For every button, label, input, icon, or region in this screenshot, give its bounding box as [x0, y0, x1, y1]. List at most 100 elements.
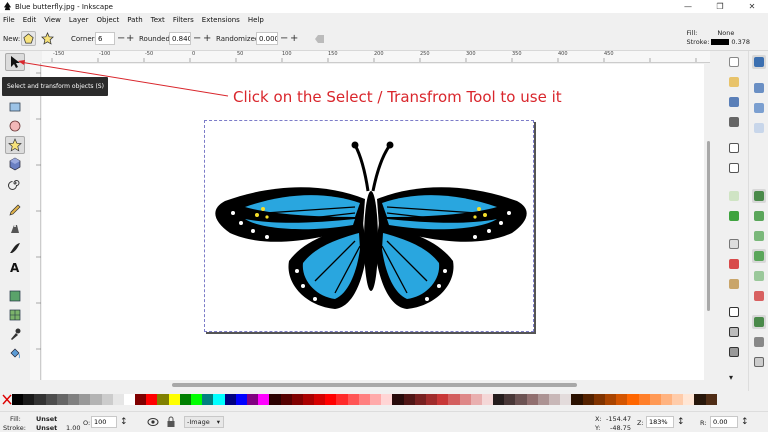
palette-swatch[interactable] [191, 394, 203, 405]
palette-swatch[interactable] [291, 394, 303, 405]
ellipse-tool-button[interactable] [5, 117, 25, 135]
spiral-tool-button[interactable] [5, 174, 25, 192]
menu-extensions[interactable]: Extensions [202, 16, 240, 24]
palette-swatch[interactable] [224, 394, 236, 405]
palette-swatch[interactable] [90, 394, 102, 405]
vertical-ruler[interactable] [30, 63, 41, 380]
palette-swatch[interactable] [448, 394, 460, 405]
horizontal-scrollbar[interactable] [42, 380, 710, 390]
paste-button[interactable] [727, 277, 741, 291]
undo-button[interactable] [727, 189, 741, 203]
menu-filters[interactable]: Filters [173, 16, 194, 24]
select-tool-button[interactable] [5, 53, 25, 71]
randomized-decrement-button[interactable]: − [280, 32, 288, 45]
snap-smooth-button[interactable] [752, 269, 766, 283]
snap-nodes-button[interactable] [752, 189, 766, 203]
dropper-tool-button[interactable] [5, 325, 25, 343]
star-polygon-tool-button[interactable] [5, 136, 25, 154]
palette-swatch[interactable] [694, 394, 706, 405]
opacity-stepper[interactable]: ↕ [120, 417, 128, 427]
snap-bbox-corner-button[interactable] [752, 121, 766, 135]
menu-file[interactable]: File [3, 16, 15, 24]
palette-swatch[interactable] [146, 394, 158, 405]
palette-swatch[interactable] [336, 394, 348, 405]
menu-edit[interactable]: Edit [23, 16, 37, 24]
palette-swatch[interactable] [302, 394, 315, 405]
menu-help[interactable]: Help [248, 16, 264, 24]
palette-swatch[interactable] [504, 394, 516, 405]
palette-swatch[interactable] [67, 394, 80, 405]
cut-button[interactable] [727, 257, 741, 271]
palette-swatch[interactable] [549, 394, 561, 405]
horizontal-scrollbar-thumb[interactable] [172, 383, 577, 387]
palette-swatch[interactable] [101, 394, 113, 405]
mesh-tool-button[interactable] [5, 306, 25, 324]
randomized-increment-button[interactable]: + [290, 32, 298, 45]
minimize-button[interactable]: — [672, 0, 704, 13]
palette-swatch[interactable] [358, 394, 370, 405]
canvas[interactable] [42, 64, 710, 380]
export-button[interactable] [727, 161, 741, 175]
menu-path[interactable]: Path [127, 16, 142, 24]
maximize-button[interactable]: ❐ [704, 0, 736, 13]
calligraphy-tool-button[interactable] [5, 239, 25, 257]
palette-swatch[interactable] [705, 394, 717, 405]
palette-swatch[interactable] [314, 394, 326, 405]
polygon-mode-button[interactable] [21, 31, 36, 46]
new-document-button[interactable] [727, 55, 741, 69]
palette-swatch[interactable] [168, 394, 180, 405]
palette-swatch[interactable] [202, 394, 214, 405]
snap-toggle-button[interactable] [752, 55, 766, 69]
palette-swatch[interactable] [246, 394, 259, 405]
horizontal-ruler[interactable]: -150 -100 -50 0 50 100 150 200 250 300 3… [42, 51, 710, 63]
menu-view[interactable]: View [44, 16, 61, 24]
palette-swatch[interactable] [392, 394, 404, 405]
butterfly-image[interactable] [205, 121, 535, 333]
palette-swatch[interactable] [157, 394, 169, 405]
palette-swatch[interactable] [627, 394, 639, 405]
rotation-stepper[interactable]: ↕ [741, 417, 749, 427]
rounded-input[interactable] [169, 32, 191, 45]
import-button[interactable] [727, 141, 741, 155]
rotation-input[interactable] [710, 416, 738, 428]
pen-tool-button[interactable] [5, 220, 25, 238]
rectangle-tool-button[interactable] [5, 98, 25, 116]
print-button[interactable] [727, 115, 741, 129]
pencil-tool-button[interactable] [5, 201, 25, 219]
palette-swatch[interactable] [179, 394, 191, 405]
palette-swatch[interactable] [437, 394, 449, 405]
rounded-decrement-button[interactable]: − [193, 32, 201, 45]
palette-swatch[interactable] [515, 394, 527, 405]
no-paint-swatch[interactable] [2, 394, 12, 405]
palette-swatch[interactable] [414, 394, 426, 405]
snap-cusp-button[interactable] [752, 249, 766, 263]
snap-bbox-button[interactable] [752, 81, 766, 95]
palette-swatch[interactable] [112, 394, 124, 405]
palette-swatch[interactable] [12, 394, 24, 405]
palette-swatch[interactable] [347, 394, 359, 405]
corners-increment-button[interactable]: + [126, 32, 134, 45]
palette-swatch[interactable] [571, 394, 583, 405]
duplicate-button[interactable] [727, 305, 741, 319]
save-button[interactable] [727, 95, 741, 109]
rounded-increment-button[interactable]: + [203, 32, 211, 45]
menu-layer[interactable]: Layer [69, 16, 89, 24]
palette-swatch[interactable] [604, 394, 617, 405]
clone-button[interactable] [727, 325, 741, 339]
palette-swatch[interactable] [660, 394, 673, 405]
palette-swatch[interactable] [582, 394, 594, 405]
corners-decrement-button[interactable]: − [117, 32, 125, 45]
open-button[interactable] [727, 75, 741, 89]
opacity-input[interactable] [91, 416, 117, 428]
palette-swatch[interactable] [403, 394, 415, 405]
corners-input[interactable] [95, 32, 115, 45]
palette-swatch[interactable] [258, 394, 270, 405]
snap-page-button[interactable] [752, 355, 766, 369]
palette-swatch[interactable] [593, 394, 605, 405]
palette-swatch[interactable] [56, 394, 68, 405]
palette-swatch[interactable] [213, 394, 225, 405]
hide-layer-icon[interactable] [147, 417, 159, 427]
palette-swatch[interactable] [23, 394, 35, 405]
group-button[interactable] [727, 345, 741, 359]
3d-box-tool-button[interactable] [5, 155, 25, 173]
